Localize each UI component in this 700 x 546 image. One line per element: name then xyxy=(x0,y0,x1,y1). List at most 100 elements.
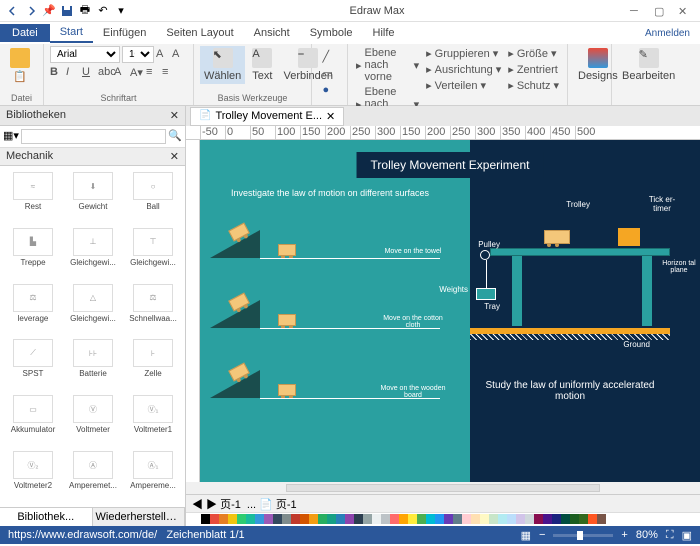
color-swatch[interactable] xyxy=(264,514,273,524)
color-swatch[interactable] xyxy=(588,514,597,524)
maximize-icon[interactable]: ▢ xyxy=(654,5,666,17)
group[interactable]: ▸ Gruppieren ▾ xyxy=(424,46,503,61)
font-select[interactable]: Arial xyxy=(50,46,120,63)
tab-insert[interactable]: Einfügen xyxy=(93,24,156,42)
shape-Gleichgewi...[interactable]: △Gleichgewi... xyxy=(64,282,122,336)
library-icon[interactable]: ▦▾ xyxy=(3,129,19,144)
bring-forward[interactable]: ▸ Ebene nach vorne ▾ xyxy=(354,46,421,84)
color-swatch[interactable] xyxy=(462,514,471,524)
color-swatch[interactable] xyxy=(426,514,435,524)
color-swatch[interactable] xyxy=(381,514,390,524)
select-tool[interactable]: ⬉Wählen xyxy=(200,46,245,84)
signin-link[interactable]: Anmelden xyxy=(645,28,700,39)
color-swatch[interactable] xyxy=(291,514,300,524)
canvas[interactable]: Trolley Movement Experiment Investigate … xyxy=(200,140,700,482)
section-mechanik[interactable]: Mechanik xyxy=(6,150,53,163)
undo-icon[interactable]: ↶ xyxy=(96,4,110,18)
center[interactable]: ▸ Zentriert xyxy=(506,62,561,77)
page-nav[interactable]: ◀ ▶ 页-1 xyxy=(192,496,241,512)
align[interactable]: ▸ Ausrichtung ▾ xyxy=(424,62,503,77)
shape-SPST[interactable]: ⟋SPST xyxy=(4,337,62,391)
document-tab[interactable]: 📄 Trolley Movement E... ✕ xyxy=(190,107,344,126)
color-swatch[interactable] xyxy=(552,514,561,524)
zoom-slider[interactable] xyxy=(553,534,613,537)
zoom-in-icon[interactable]: + xyxy=(621,529,627,541)
protect[interactable]: ▸ Schutz ▾ xyxy=(506,78,561,93)
fit-icon[interactable]: ⛶ xyxy=(666,529,674,542)
color-swatch[interactable] xyxy=(399,514,408,524)
bullets-icon[interactable]: ≡ xyxy=(146,66,160,80)
color-swatch[interactable] xyxy=(489,514,498,524)
shape-Voltmeter[interactable]: ⓋVoltmeter xyxy=(64,393,122,447)
color-swatch[interactable] xyxy=(210,514,219,524)
align-icon[interactable]: ≡ xyxy=(162,66,176,80)
color-swatch[interactable] xyxy=(516,514,525,524)
shape-Treppe[interactable]: ▙Treppe xyxy=(4,226,62,280)
color-swatch[interactable] xyxy=(372,514,381,524)
shape-Rest[interactable]: ≈Rest xyxy=(4,170,62,224)
size[interactable]: ▸ Größe ▾ xyxy=(506,46,561,61)
color-swatch[interactable] xyxy=(345,514,354,524)
forward-icon[interactable] xyxy=(24,4,38,18)
color-swatch[interactable] xyxy=(408,514,417,524)
color-swatch[interactable] xyxy=(498,514,507,524)
color-swatch[interactable] xyxy=(507,514,516,524)
color-palette[interactable] xyxy=(186,512,700,526)
color-swatch[interactable] xyxy=(309,514,318,524)
paste-button[interactable]: 📋 xyxy=(6,46,34,85)
color-swatch[interactable] xyxy=(471,514,480,524)
pin-icon[interactable]: 📌 xyxy=(42,4,56,18)
shape-Schnellwaa...[interactable]: ⚖Schnellwaa... xyxy=(124,282,182,336)
color-swatch[interactable] xyxy=(192,514,201,524)
tab-help[interactable]: Hilfe xyxy=(363,24,405,42)
shape-Batterie[interactable]: ⊦⊦Batterie xyxy=(64,337,122,391)
sb-tab-library[interactable]: Bibliothek... xyxy=(0,508,93,526)
shape-Gleichgewi...[interactable]: ⊤Gleichgewi... xyxy=(124,226,182,280)
color-swatch[interactable] xyxy=(390,514,399,524)
shape-leverage[interactable]: ⚖leverage xyxy=(4,282,62,336)
shape-Zelle[interactable]: ⊦Zelle xyxy=(124,337,182,391)
underline-icon[interactable]: U xyxy=(82,66,96,80)
shape-Gewicht[interactable]: ⬇Gewicht xyxy=(64,170,122,224)
h-scrollbar[interactable] xyxy=(286,484,600,492)
shape-Gleichgewi...[interactable]: ⊥Gleichgewi... xyxy=(64,226,122,280)
color-swatch[interactable] xyxy=(219,514,228,524)
rect-icon[interactable]: ▭ xyxy=(323,67,337,81)
color-swatch[interactable] xyxy=(453,514,462,524)
tab-symbols[interactable]: Symbole xyxy=(300,24,363,42)
color-swatch[interactable] xyxy=(255,514,264,524)
save-icon[interactable] xyxy=(60,4,74,18)
strike-icon[interactable]: abc xyxy=(98,66,112,80)
color-swatch[interactable] xyxy=(354,514,363,524)
zoom-out-icon[interactable]: − xyxy=(539,529,545,541)
color-swatch[interactable] xyxy=(543,514,552,524)
view-icon[interactable]: ▦ xyxy=(521,529,531,542)
font-color-icon[interactable]: A▾ xyxy=(130,66,144,80)
shape-Ball[interactable]: ○Ball xyxy=(124,170,182,224)
shape-Voltmeter2[interactable]: Ⓥ₂Voltmeter2 xyxy=(4,449,62,503)
color-swatch[interactable] xyxy=(273,514,282,524)
color-swatch[interactable] xyxy=(318,514,327,524)
line-icon[interactable]: ╱ xyxy=(323,50,337,64)
search-icon[interactable]: 🔍 xyxy=(168,129,182,144)
color-swatch[interactable] xyxy=(327,514,336,524)
color-swatch[interactable] xyxy=(228,514,237,524)
tab-start[interactable]: Start xyxy=(50,23,93,43)
shape-Amperemet...[interactable]: ⒶAmperemet... xyxy=(64,449,122,503)
fullscreen-icon[interactable]: ▣ xyxy=(682,529,692,542)
tab-layout[interactable]: Seiten Layout xyxy=(156,24,243,42)
color-swatch[interactable] xyxy=(246,514,255,524)
text-tool[interactable]: AText xyxy=(248,46,276,84)
search-input[interactable] xyxy=(21,129,166,144)
grow-font-icon[interactable]: A xyxy=(156,48,170,62)
file-tab[interactable]: Datei xyxy=(0,24,50,42)
color-swatch[interactable] xyxy=(579,514,588,524)
size-select[interactable]: 10 xyxy=(122,46,154,63)
italic-icon[interactable]: I xyxy=(66,66,80,80)
edit-button[interactable]: ✎Bearbeiten xyxy=(618,46,679,84)
color-swatch[interactable] xyxy=(435,514,444,524)
oval-icon[interactable]: ● xyxy=(323,84,337,98)
back-icon[interactable] xyxy=(6,4,20,18)
tab-close-icon[interactable]: ✕ xyxy=(326,110,335,123)
redo-icon[interactable]: ▾ xyxy=(114,4,128,18)
